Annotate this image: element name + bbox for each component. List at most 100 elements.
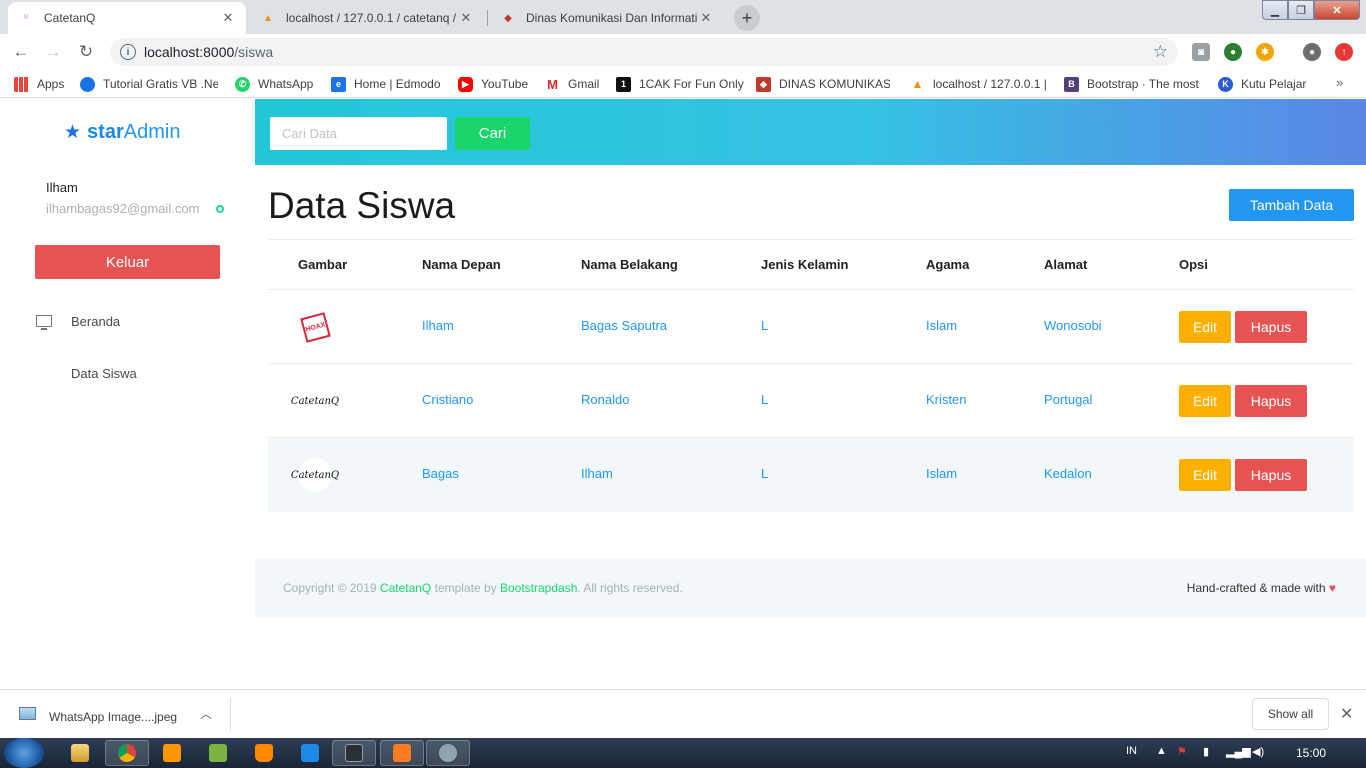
search-input[interactable] xyxy=(270,117,447,150)
chrome-icon[interactable] xyxy=(105,740,149,766)
bookmark-phpmyadmin[interactable]: ▲ localhost / 127.0.0.1 | xyxy=(910,75,1048,93)
credit-text: Hand-crafted & made with xyxy=(1186,581,1326,595)
tab-phpmyadmin[interactable]: ▲ localhost / 127.0.0.1 / catetanq / ✕ xyxy=(250,2,484,34)
apps-grid-icon xyxy=(14,76,29,92)
sublime-icon[interactable] xyxy=(150,740,194,766)
edit-button[interactable]: Edit xyxy=(1179,459,1231,491)
edit-button[interactable]: Edit xyxy=(1179,385,1231,417)
brand-logo[interactable]: ★ star Admin xyxy=(64,121,180,144)
sidebar: ★ star Admin Ilham ilhambagas92@gmail.com… xyxy=(0,99,255,689)
globe-extension-icon[interactable]: ● xyxy=(1224,43,1242,61)
bookmark-star-icon[interactable]: ☆ xyxy=(1153,42,1168,62)
kutu-pelajar-icon: K xyxy=(1218,76,1233,92)
new-tab-button[interactable]: + xyxy=(734,5,760,31)
close-icon[interactable]: ✕ xyxy=(220,10,236,26)
volume-icon[interactable]: ◀) xyxy=(1252,745,1264,758)
phpmyadmin-icon: ▲ xyxy=(263,12,273,24)
address-bar[interactable]: i localhost:8000/siswa ☆ xyxy=(110,38,1178,66)
sidebar-item-data-siswa[interactable]: Data Siswa xyxy=(0,358,255,388)
bookmark-dinas[interactable]: ◆ DINAS KOMUNIKASI xyxy=(756,75,890,93)
chevron-up-icon[interactable]: ︿ xyxy=(200,705,212,722)
maximize-button[interactable]: ❐ xyxy=(1288,0,1314,20)
update-icon[interactable]: ↑ xyxy=(1335,43,1353,61)
delete-button[interactable]: Hapus xyxy=(1235,459,1307,491)
cell-first-name: Bagas xyxy=(422,466,459,481)
bookmark-tutorial[interactable]: Tutorial Gratis VB .Ne xyxy=(80,75,218,93)
cell-gender: L xyxy=(761,392,769,407)
extension-icon[interactable]: ✱ xyxy=(1256,43,1274,61)
bookmark-edmodo[interactable]: e Home | Edmodo xyxy=(331,75,443,93)
clock[interactable]: 15:00 xyxy=(1296,746,1326,760)
bookmark-label: Gmail xyxy=(568,77,600,91)
paint-brush-icon[interactable] xyxy=(426,740,470,766)
info-icon[interactable]: i xyxy=(120,44,136,60)
download-file-name[interactable]: WhatsApp Image....jpeg xyxy=(49,710,177,724)
bookmark-kutu-pelajar[interactable]: K Kutu Pelajar xyxy=(1218,75,1310,93)
url-text[interactable]: localhost:8000/siswa xyxy=(144,44,1153,60)
close-icon[interactable]: ✕ xyxy=(1340,704,1353,724)
logout-button[interactable]: Keluar xyxy=(35,245,220,279)
camera-extension-icon[interactable]: ◙ xyxy=(1192,43,1210,61)
url-path: /siswa xyxy=(234,44,274,60)
heart-icon: ♥ xyxy=(1328,581,1336,595)
divider xyxy=(230,698,231,731)
minimize-button[interactable]: ▁ xyxy=(1262,0,1288,20)
close-icon[interactable]: ✕ xyxy=(698,10,714,26)
start-button[interactable] xyxy=(4,738,44,768)
network-alert-icon[interactable]: ⚑ xyxy=(1177,745,1187,758)
terminal-icon[interactable] xyxy=(332,740,376,766)
bookmark-label: Kutu Pelajar xyxy=(1241,77,1307,91)
bookmark-label: Tutorial Gratis VB .Ne xyxy=(103,77,218,91)
signal-icon[interactable]: ▂▄▆ xyxy=(1226,745,1251,758)
back-icon[interactable]: ← xyxy=(9,40,33,64)
cell-religion: Islam xyxy=(926,318,958,333)
edit-button[interactable]: Edit xyxy=(1179,311,1231,343)
battery-icon[interactable]: ▮ xyxy=(1203,745,1209,758)
window-close-button[interactable]: ✕ xyxy=(1314,0,1360,20)
delete-button[interactable]: Hapus xyxy=(1235,385,1307,417)
footer-credit: Hand-crafted & made with ♥ xyxy=(1187,581,1336,595)
column-header-agama: Agama xyxy=(926,257,970,272)
bookmark-gmail[interactable]: M Gmail xyxy=(545,75,603,93)
sidebar-item-beranda[interactable]: Beranda xyxy=(0,306,255,336)
vscode-icon[interactable] xyxy=(288,740,332,766)
tab-dinas[interactable]: ◆ Dinas Komunikasi Dan Informatik ✕ xyxy=(490,2,724,34)
forward-icon[interactable]: → xyxy=(41,40,65,64)
footer: Copyright © 2019 CatetanQ template by Bo… xyxy=(255,559,1366,617)
cell-gender: L xyxy=(761,318,769,333)
table-row: CatetanQ Cristiano Ronaldo L Kristen Por… xyxy=(268,364,1354,438)
browser-toolbar: ← → ↻ i localhost:8000/siswa ☆ ◙ ● ✱ ● ↑ xyxy=(0,34,1366,70)
sidebar-item-label: Beranda xyxy=(71,313,121,329)
whatsapp-icon: ✆ xyxy=(235,76,250,92)
paint-icon[interactable] xyxy=(196,740,240,766)
bookmark-whatsapp[interactable]: ✆ WhatsApp xyxy=(235,75,317,93)
column-header-jenis-kelamin: Jenis Kelamin xyxy=(761,257,849,272)
tab-catetanq[interactable]: ᵘ CatetanQ ✕ xyxy=(8,2,246,34)
brand-prefix: star xyxy=(87,121,124,143)
reload-icon[interactable]: ↻ xyxy=(74,40,98,64)
show-hidden-icons[interactable]: ▲ xyxy=(1156,745,1167,757)
footer-brand-link[interactable]: CatetanQ xyxy=(380,581,431,595)
bookmark-apps[interactable]: Apps xyxy=(14,75,70,93)
footer-author-link[interactable]: Bootstrapdash xyxy=(500,581,577,595)
top-navbar: Cari xyxy=(255,99,1366,165)
explorer-icon[interactable] xyxy=(58,740,102,766)
language-indicator[interactable]: IN xyxy=(1126,745,1137,757)
close-icon[interactable]: ✕ xyxy=(458,10,474,26)
page-title: Data Siswa xyxy=(268,185,456,226)
profile-avatar[interactable]: ● xyxy=(1303,43,1321,61)
bookmark-youtube[interactable]: ▶ YouTube xyxy=(458,75,532,93)
bookmark-bootstrap[interactable]: B Bootstrap · The most xyxy=(1064,75,1200,93)
vlc-icon[interactable] xyxy=(242,740,286,766)
search-button[interactable]: Cari xyxy=(455,117,530,150)
template-by-text: template by xyxy=(431,581,500,595)
show-all-button[interactable]: Show all xyxy=(1252,698,1329,730)
add-data-button[interactable]: Tambah Data xyxy=(1229,189,1354,221)
taskbar: IN ▲ ⚑ ▮ ▂▄▆ ◀) 15:00 xyxy=(0,738,1366,768)
bookmark-1cak[interactable]: 1 1CAK For Fun Only xyxy=(616,75,744,93)
xampp-icon[interactable] xyxy=(380,740,424,766)
cell-address: Portugal xyxy=(1044,392,1093,407)
tab-title: Dinas Komunikasi Dan Informatik xyxy=(526,11,698,25)
bookmarks-more-button[interactable]: » xyxy=(1336,75,1343,90)
delete-button[interactable]: Hapus xyxy=(1235,311,1307,343)
